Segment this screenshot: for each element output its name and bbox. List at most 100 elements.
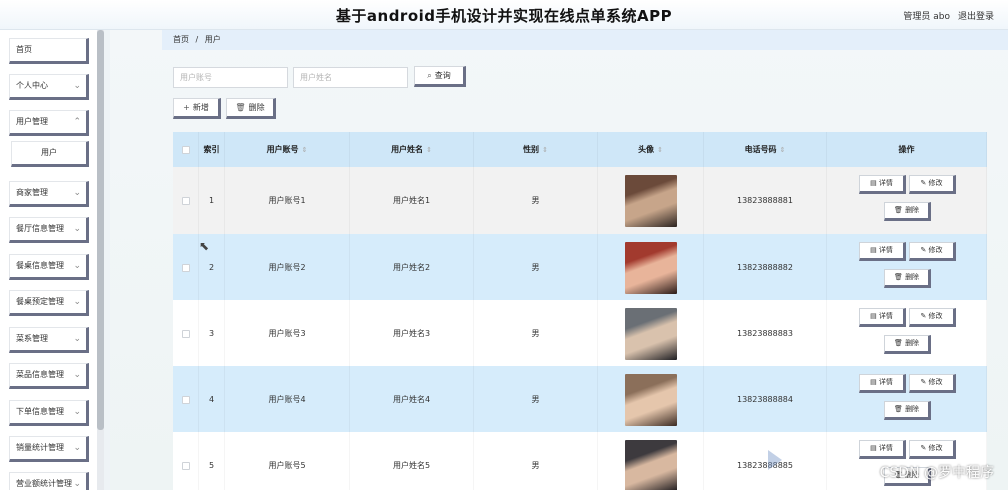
sidebar-item-dishes[interactable]: 菜品信息管理 ⌄ (9, 363, 89, 389)
row-checkbox-cell[interactable] (173, 234, 199, 301)
row-ops-cell: ▤ 详情 ✎ 修改 🗑 删除 (827, 366, 987, 433)
detail-label: 详情 (878, 179, 893, 187)
detail-button[interactable]: ▤ 详情 (859, 374, 906, 393)
header-select-all[interactable] (173, 132, 199, 167)
sidebar-item-user-management[interactable]: 用户管理 ⌃ (9, 110, 89, 136)
detail-button[interactable]: ▤ 详情 (859, 175, 906, 194)
delete-button[interactable]: 🗑 删除 (884, 401, 931, 420)
edit-icon: ✎ (920, 179, 929, 187)
sidebar-item-reservations[interactable]: 餐桌预定管理 ⌄ (9, 290, 89, 316)
mouse-cursor-icon: ⬉ (199, 239, 210, 253)
checkbox[interactable] (181, 395, 190, 404)
header-label: 用户账号 (266, 145, 299, 154)
row-gender: 男 (474, 234, 598, 301)
checkbox[interactable] (181, 461, 190, 470)
detail-button[interactable]: ▤ 详情 (859, 242, 906, 261)
sidebar-item-users[interactable]: 用户 (11, 141, 89, 167)
row-gender: 男 (474, 366, 598, 433)
sidebar-item-label: 下单信息管理 (16, 407, 64, 416)
header-gender[interactable]: 性别 ⇕ (474, 132, 598, 167)
row-account: 用户账号3 (225, 300, 350, 367)
row-name: 用户姓名2 (350, 234, 474, 301)
delete-label: 删除 (905, 273, 920, 281)
avatar (624, 174, 677, 227)
sidebar-item-revenue-stats[interactable]: 营业额统计管理 ⌄ (9, 472, 89, 490)
edit-button[interactable]: ✎ 修改 (909, 374, 956, 393)
row-ops-cell: ▤ 详情 ✎ 修改 🗑 删除 (827, 167, 987, 234)
delete-button[interactable]: 🗑 删除 (884, 202, 931, 221)
row-checkbox-cell[interactable] (173, 366, 199, 433)
sidebar-item-merchants[interactable]: 商家管理 ⌄ (9, 181, 89, 207)
sidebar-item-profile[interactable]: 个人中心 ⌄ (9, 74, 89, 100)
sidebar-item-home[interactable]: 首页 (9, 38, 89, 64)
sidebar-item-label: 用户 (41, 148, 57, 157)
detail-button[interactable]: ▤ 详情 (859, 440, 906, 459)
edit-label: 修改 (928, 378, 943, 386)
edit-button[interactable]: ✎ 修改 (909, 440, 956, 459)
checkbox[interactable] (181, 329, 190, 338)
sidebar-item-label: 首页 (16, 45, 32, 54)
chevron-down-icon: ⌄ (73, 224, 81, 234)
sidebar-item-restaurants[interactable]: 餐厅信息管理 ⌄ (9, 217, 89, 243)
trash-icon: 🗑 (235, 103, 246, 112)
sidebar-item-label: 营业额统计管理 (16, 479, 72, 488)
sidebar-item-sales-stats[interactable]: 销量统计管理 ⌄ (9, 436, 89, 462)
breadcrumb: 首页 / 用户 (162, 30, 1008, 50)
header-name[interactable]: 用户姓名 ⇕ (350, 132, 474, 167)
edit-button[interactable]: ✎ 修改 (909, 242, 956, 261)
header-ops: 操作 (827, 132, 987, 167)
row-checkbox-cell[interactable] (173, 167, 199, 234)
sort-icon: ⇕ (542, 145, 548, 154)
detail-button[interactable]: ▤ 详情 (859, 308, 906, 327)
delete-label: 删除 (905, 405, 920, 413)
trash-icon: 🗑 (893, 405, 906, 413)
edit-button[interactable]: ✎ 修改 (909, 308, 956, 327)
row-index: 3 (199, 300, 225, 367)
breadcrumb-home[interactable]: 首页 (173, 35, 189, 44)
header-account[interactable]: 用户账号 ⇕ (225, 132, 350, 167)
detail-icon: ▤ (870, 179, 879, 187)
query-button[interactable]: ⌕ 查询 (414, 66, 466, 87)
sidebar-item-cuisines[interactable]: 菜系管理 ⌄ (9, 327, 89, 353)
sidebar-item-label: 商家管理 (16, 188, 48, 197)
delete-label: 删除 (248, 103, 265, 112)
detail-icon: ▤ (870, 312, 879, 320)
logout-link[interactable]: 退出登录 (958, 9, 994, 22)
row-ops-cell: ▤ 详情 ✎ 修改 🗑 删除 (827, 234, 987, 301)
chevron-down-icon: ⌄ (73, 334, 81, 344)
delete-button[interactable]: 🗑 删除 (884, 269, 931, 288)
sidebar: 首页 个人中心 ⌄ 用户管理 ⌃ 用户 商家管理 ⌄ 餐厅信息管理 ⌄ 餐桌信息管理 ⌄ … (0, 30, 104, 490)
header-phone[interactable]: 电话号码 ⇕ (704, 132, 827, 167)
sidebar-item-tables[interactable]: 餐桌信息管理 ⌄ (9, 254, 89, 280)
breadcrumb-separator: / (195, 35, 199, 44)
row-account: 用户账号4 (225, 366, 350, 433)
sidebar-scrollbar[interactable] (97, 30, 104, 490)
header-label: 头像 (638, 145, 655, 154)
row-phone: 13823888884 (704, 366, 827, 433)
sidebar-item-orders[interactable]: 下单信息管理 ⌄ (9, 400, 89, 426)
add-button[interactable]: + 新增 (173, 98, 221, 119)
edit-button[interactable]: ✎ 修改 (909, 175, 956, 194)
table-row: 3 用户账号3 用户姓名3 男 13823888883 ▤ 详情 ✎ 修改 🗑 … (173, 300, 987, 367)
table-header: 索引 用户账号 ⇕ 用户姓名 ⇕ 性别 ⇕ 头像 ⇕ 电话号码 ⇕ 操作 (173, 132, 987, 167)
delete-button[interactable]: 🗑 删除 (884, 335, 931, 354)
sidebar-item-label: 菜品信息管理 (16, 370, 64, 379)
batch-delete-button[interactable]: 🗑 删除 (226, 98, 276, 119)
scrollbar-thumb[interactable] (97, 30, 104, 430)
header-index: 索引 (199, 132, 225, 167)
row-checkbox-cell[interactable] (173, 300, 199, 367)
edit-icon: ✎ (920, 312, 929, 320)
avatar (624, 373, 677, 426)
chevron-down-icon: ⌄ (73, 479, 81, 489)
checkbox[interactable] (181, 263, 190, 272)
chevron-down-icon: ⌄ (73, 188, 81, 198)
checkbox[interactable] (181, 145, 190, 154)
row-avatar-cell (598, 167, 704, 234)
header-label: 性别 (523, 145, 540, 154)
header-avatar[interactable]: 头像 ⇕ (598, 132, 704, 167)
table-row: 5 用户账号5 用户姓名5 男 13823888885 ▤ 详情 ✎ 修改 🗑 … (173, 432, 987, 490)
account-search-input[interactable]: 用户账号 (173, 67, 288, 88)
checkbox[interactable] (181, 196, 190, 205)
row-checkbox-cell[interactable] (173, 432, 199, 490)
name-search-input[interactable]: 用户姓名 (293, 67, 408, 88)
